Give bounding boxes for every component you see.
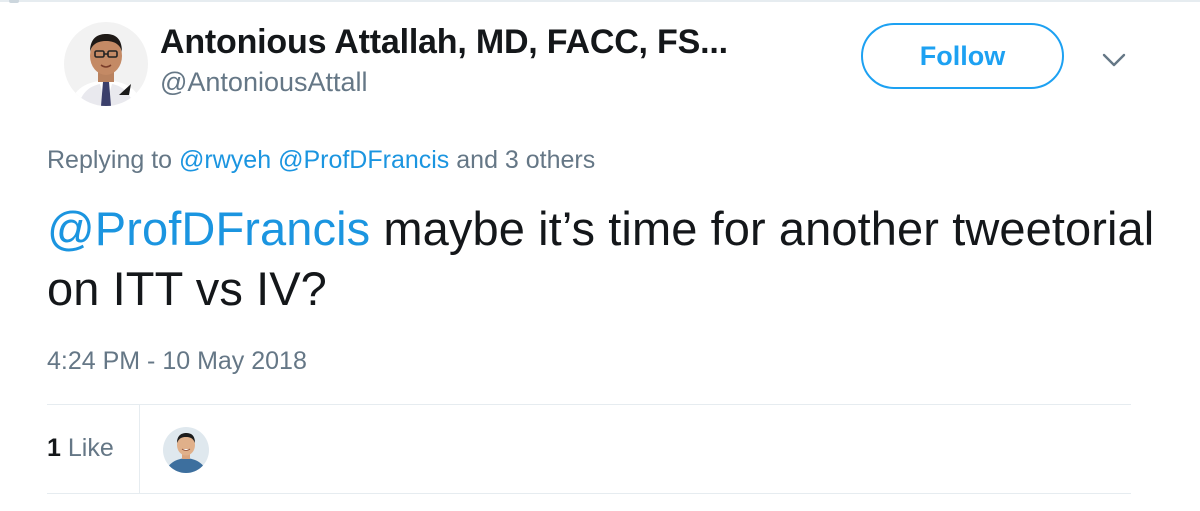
like-label: Like: [67, 434, 114, 462]
verified-corner-icon: [119, 84, 131, 95]
reply-prefix: Replying to: [47, 146, 173, 174]
liker-avatar[interactable]: [163, 427, 209, 473]
stats-divider-top: [47, 404, 1131, 405]
reply-others[interactable]: and 3 others: [456, 146, 595, 174]
liker-avatar-image: [163, 427, 209, 473]
like-stat[interactable]: 1 Like: [47, 432, 114, 464]
reply-mention-rwyeh[interactable]: @rwyeh: [179, 146, 271, 174]
reply-context: Replying to @rwyeh @ProfDFrancis and 3 o…: [47, 144, 595, 176]
chevron-down-icon[interactable]: [1101, 50, 1127, 70]
top-edge-tick: [9, 0, 19, 3]
tweet-mention[interactable]: @ProfDFrancis: [47, 202, 370, 255]
top-edge: [0, 0, 1200, 3]
follow-button[interactable]: Follow: [861, 23, 1064, 89]
author-handle[interactable]: @AntoniousAttall: [160, 66, 368, 98]
stats-divider-bottom: [47, 493, 1131, 494]
author-avatar[interactable]: [64, 22, 148, 106]
tweet-timestamp[interactable]: 4:24 PM - 10 May 2018: [47, 345, 307, 377]
reply-mention-profdfrancis[interactable]: @ProfDFrancis: [278, 146, 449, 174]
tweet-card: Antonious Attallah, MD, FACC, FS... @Ant…: [0, 0, 1200, 511]
stats-divider-vertical: [139, 405, 140, 493]
tweet-text: @ProfDFrancis maybe it’s time for anothe…: [47, 199, 1157, 319]
author-display-name[interactable]: Antonious Attallah, MD, FACC, FS...: [160, 22, 728, 62]
author-avatar-image: [64, 22, 148, 106]
like-count: 1: [47, 434, 61, 462]
